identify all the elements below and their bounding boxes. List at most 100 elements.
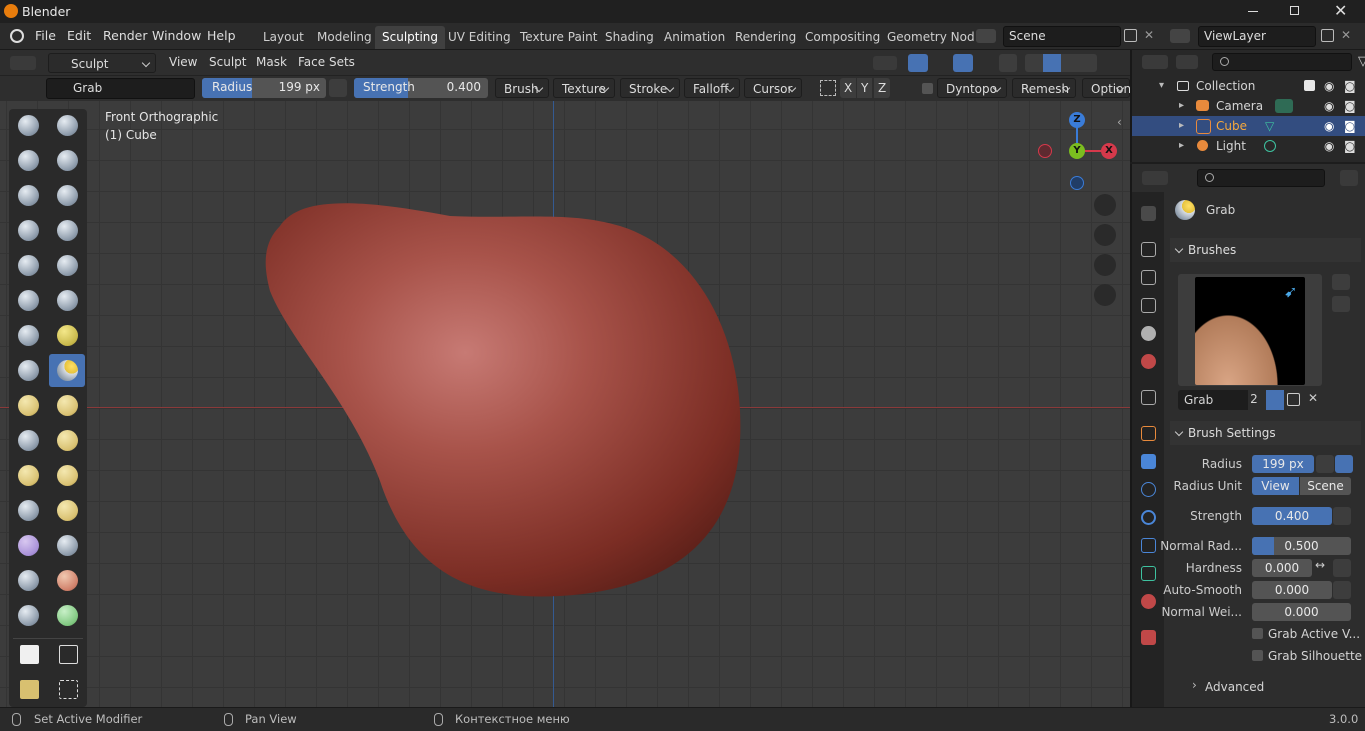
tab-uv-editing[interactable]: UV Editing (441, 26, 518, 49)
radius-unit-view-button[interactable]: View (1252, 477, 1299, 495)
tab-sculpting[interactable]: Sculpting (375, 26, 446, 49)
scene-browse-icon[interactable] (976, 29, 996, 43)
grab-active-vertex-checkbox[interactable] (1252, 628, 1263, 639)
mode-selector[interactable]: Sculpt Mode (48, 53, 156, 91)
stroke-dropdown[interactable]: Stroke (620, 78, 680, 98)
tab-animation[interactable]: Animation (657, 26, 732, 49)
maximize-icon[interactable] (1290, 6, 1299, 15)
tool-flatten[interactable] (10, 284, 46, 317)
tool-multires-displacement-smear[interactable] (49, 599, 85, 632)
close-icon[interactable]: ✕ (1334, 1, 1347, 20)
gizmo-x-handle[interactable]: X (1101, 143, 1117, 159)
tool-grab[interactable] (49, 354, 85, 387)
tool-clay-thumb[interactable] (10, 179, 46, 212)
tool-thumb[interactable] (10, 424, 46, 457)
gizmo-neg-z-handle[interactable] (1070, 176, 1084, 190)
advanced-subpanel[interactable]: Advanced (1205, 680, 1264, 694)
tool-multires-displacement-eraser[interactable] (10, 599, 46, 632)
rendered-shading-icon[interactable] (1079, 54, 1097, 72)
radius-field[interactable]: 199 px (1252, 455, 1314, 473)
tool-nudge[interactable] (10, 459, 46, 492)
radius-unit-scene-button[interactable]: Scene (1300, 477, 1351, 495)
tab-rendering[interactable]: Rendering (728, 26, 803, 49)
symmetry-x-toggle[interactable]: X (840, 78, 857, 98)
properties-search-input[interactable] (1197, 169, 1325, 187)
texture-tab-icon[interactable] (1141, 630, 1156, 645)
radius-pressure-blue-icon[interactable] (1335, 455, 1353, 473)
tool-tab-icon[interactable] (1141, 206, 1156, 221)
advanced-expand-icon[interactable]: › (1192, 678, 1197, 692)
cube-render-icon[interactable]: ◙ (1344, 116, 1356, 136)
outliner-row-light[interactable]: ▸ Light ◉ ◙ (1132, 136, 1365, 156)
tool-multiplane-scrape[interactable] (49, 319, 85, 352)
ortho-grid-icon[interactable] (1094, 284, 1116, 306)
tab-layout[interactable]: Layout (256, 26, 311, 49)
properties-options-icon[interactable] (1340, 170, 1358, 186)
menu-edit[interactable]: Edit (67, 28, 91, 43)
tool-box-face-set[interactable] (10, 674, 46, 707)
hardness-pressure-icon[interactable] (1333, 559, 1351, 577)
properties-editor-type-icon[interactable] (1142, 171, 1168, 185)
tab-texture-paint[interactable]: Texture Paint (513, 26, 604, 49)
tool-scrape[interactable] (10, 319, 46, 352)
collection-checkbox[interactable] (1304, 80, 1315, 91)
tool-snake-hook[interactable] (49, 389, 85, 422)
collection-expand-icon[interactable]: ▾ (1159, 76, 1164, 96)
tool-rotate[interactable] (49, 459, 85, 492)
tool-draw-face-sets[interactable] (49, 564, 85, 597)
collection-render-icon[interactable]: ◙ (1344, 76, 1356, 96)
symmetry-y-toggle[interactable]: Y (857, 78, 873, 98)
world-tab-icon[interactable] (1141, 354, 1156, 369)
render-tab-icon[interactable] (1141, 242, 1156, 257)
output-tab-icon[interactable] (1141, 270, 1156, 285)
outliner-editor-type-icon[interactable] (1142, 55, 1168, 69)
menu-window[interactable]: Window (152, 28, 201, 43)
pan-hand-icon[interactable] (1094, 224, 1116, 246)
hardness-field[interactable]: 0.000 (1252, 559, 1312, 577)
brush-dropdown[interactable]: Brush (495, 78, 549, 98)
collection-visibility-icon[interactable]: ◉ (1324, 76, 1334, 96)
tool-clay[interactable] (10, 144, 46, 177)
tool-cloth[interactable] (10, 529, 46, 562)
tool-inflate[interactable] (10, 214, 46, 247)
view-layer-tab-icon[interactable] (1141, 298, 1156, 313)
camera-expand-icon[interactable]: ▸ (1179, 96, 1184, 116)
outliner-row-camera[interactable]: ▸ Camera ◉ ◙ (1132, 96, 1365, 116)
scene-tab-icon[interactable] (1141, 326, 1156, 341)
duplicate-brush-icon[interactable] (1287, 393, 1300, 406)
camera-view-icon[interactable] (1094, 254, 1116, 276)
radius-pressure-icon[interactable] (329, 79, 347, 97)
strength-field[interactable]: 0.400 (1252, 507, 1332, 525)
visibility-icon[interactable] (873, 56, 897, 70)
delete-scene-icon[interactable]: ✕ (1144, 28, 1154, 42)
menu-help[interactable]: Help (207, 28, 236, 43)
3d-viewport[interactable]: Front Orthographic (1) Cube Z Y X ‹ (0, 101, 1130, 707)
tool-crease[interactable] (10, 249, 46, 282)
sculpt-object[interactable] (0, 101, 1130, 707)
falloff-dropdown[interactable]: Falloff (684, 78, 740, 98)
tool-mask[interactable] (10, 564, 46, 597)
tab-geometry-nodes[interactable]: Geometry Nod (880, 26, 982, 49)
outliner-display-mode-icon[interactable] (1176, 55, 1198, 69)
cursor-dropdown[interactable]: Cursor (744, 78, 802, 98)
tool-draw-sharp[interactable] (49, 109, 85, 142)
tool-simplify[interactable] (49, 529, 85, 562)
editor-type-icon[interactable] (10, 56, 36, 70)
brushes-panel-header[interactable]: Brushes (1170, 238, 1361, 262)
new-view-layer-icon[interactable] (1321, 29, 1334, 42)
xray-toggle-icon[interactable] (999, 54, 1017, 72)
normal-weight-field[interactable]: 0.000 (1252, 603, 1351, 621)
sidebar-toggle-icon[interactable]: ‹ (1117, 115, 1122, 129)
light-visibility-icon[interactable]: ◉ (1324, 136, 1334, 156)
options-dropdown[interactable]: Options (1082, 78, 1137, 98)
gizmo-y-handle[interactable]: Y (1069, 143, 1085, 159)
brush-image-icon[interactable] (1332, 296, 1350, 312)
camera-visibility-icon[interactable]: ◉ (1324, 96, 1334, 116)
navigation-gizmo[interactable]: Z Y X (1035, 109, 1119, 193)
cube-expand-icon[interactable]: ▸ (1179, 116, 1184, 136)
minimize-icon[interactable] (1248, 11, 1258, 12)
menu-file[interactable]: File (35, 28, 56, 43)
view-layer-browse-icon[interactable] (1170, 29, 1190, 43)
menu-render[interactable]: Render (103, 28, 148, 43)
symmetry-icon[interactable] (820, 80, 836, 96)
